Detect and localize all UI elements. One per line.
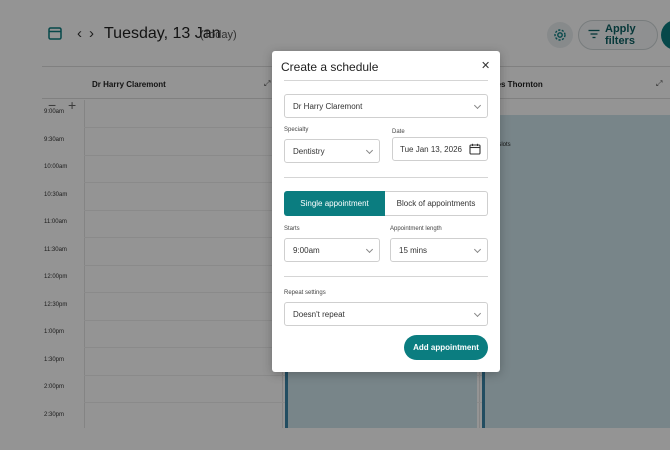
appointment-length-select[interactable]: 15 mins	[390, 238, 488, 262]
appointment-length-value: 15 mins	[399, 245, 428, 255]
single-appointment-tab[interactable]: Single appointment	[284, 191, 385, 216]
chevron-down-icon	[473, 309, 482, 318]
chevron-down-icon	[473, 101, 482, 110]
chevron-down-icon	[365, 245, 374, 254]
starts-select[interactable]: 9:00am	[284, 238, 380, 262]
starts-label: Starts	[284, 226, 300, 232]
appointment-length-label: Appointment length	[390, 226, 442, 232]
close-icon[interactable]: ✕	[481, 59, 490, 72]
specialty-select[interactable]: Dentistry	[284, 139, 380, 163]
add-appointment-button[interactable]: Add appointment	[404, 335, 488, 360]
specialty-label: Specialty	[284, 127, 309, 133]
divider	[284, 177, 488, 178]
date-label: Date	[392, 129, 405, 135]
block-of-appointments-tab[interactable]: Block of appointments	[385, 191, 488, 216]
specialty-value: Dentistry	[293, 146, 325, 156]
practitioner-value: Dr Harry Claremont	[293, 101, 363, 111]
practitioner-select[interactable]: Dr Harry Claremont	[284, 94, 488, 118]
date-input[interactable]: Tue Jan 13, 2026	[392, 137, 488, 161]
repeat-settings-value: Doesn't repeat	[293, 309, 345, 319]
starts-value: 9:00am	[293, 245, 320, 255]
create-schedule-dialog: Create a schedule ✕ Dr Harry Claremont S…	[272, 51, 500, 372]
dialog-title: Create a schedule	[281, 60, 379, 74]
chevron-down-icon	[365, 146, 374, 155]
divider	[284, 276, 488, 277]
repeat-settings-label: Repeat settings	[284, 290, 326, 296]
calendar-icon[interactable]	[469, 143, 481, 157]
date-value: Tue Jan 13, 2026	[400, 144, 462, 154]
chevron-down-icon	[473, 245, 482, 254]
repeat-settings-select[interactable]: Doesn't repeat	[284, 302, 488, 326]
divider	[284, 80, 488, 81]
